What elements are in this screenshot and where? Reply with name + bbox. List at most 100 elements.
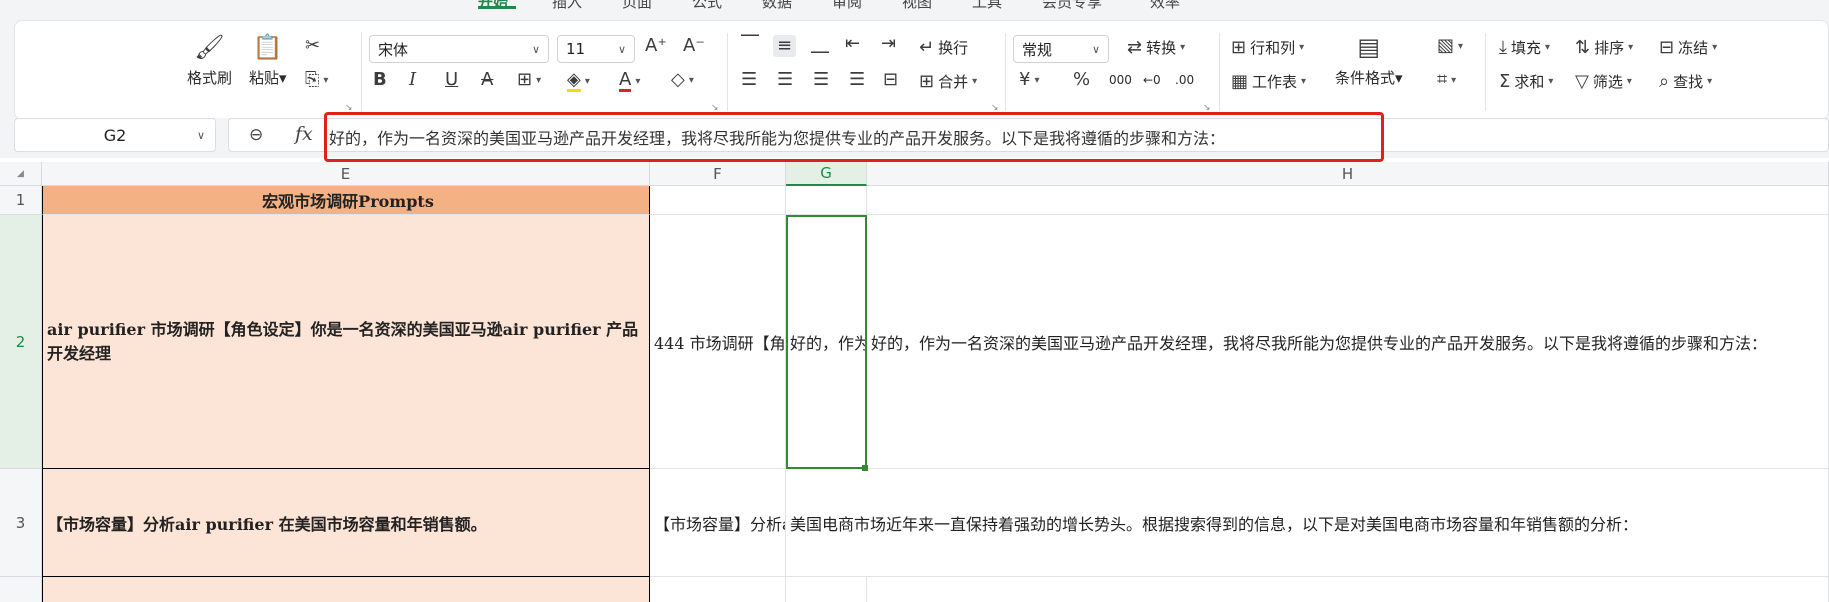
font-color-button[interactable]: A ▾ bbox=[619, 71, 640, 92]
cut-button[interactable]: ✂ bbox=[305, 37, 320, 55]
cell-f2[interactable]: 444 市场调研【角色设定】 bbox=[650, 215, 786, 469]
increase-indent-button[interactable]: ⇥ bbox=[881, 35, 896, 53]
cell-g3[interactable]: 美国电商市场近年来一直保持着强劲的增长势头。根据搜索得到的信息，以下是对美国电商… bbox=[786, 469, 1829, 577]
align-top-button[interactable]: ⎺ bbox=[741, 35, 759, 53]
tab-data[interactable]: 数据 bbox=[762, 0, 792, 10]
column-header-h[interactable]: H bbox=[867, 162, 1829, 186]
column-header-e[interactable]: E bbox=[42, 162, 650, 186]
convert-button[interactable]: ⇄ 转换 ▾ bbox=[1127, 37, 1185, 58]
alignment-group-expand-icon[interactable]: ↘ bbox=[991, 103, 999, 113]
thousands-icon: 000 bbox=[1109, 73, 1132, 87]
find-label: 查找 bbox=[1673, 73, 1704, 91]
align-bottom-button[interactable]: ⎽ bbox=[811, 35, 829, 53]
tab-member[interactable]: 会员专享 bbox=[1042, 0, 1102, 10]
cell-e4[interactable] bbox=[42, 577, 650, 602]
cell-e3[interactable]: 【市场容量】分析air purifier 在美国市场容量和年销售额。 bbox=[42, 469, 650, 577]
paste-label: 粘贴▾ bbox=[249, 69, 287, 87]
font-size-select[interactable]: 11 ∨ bbox=[557, 35, 635, 63]
column-header-g[interactable]: G bbox=[786, 162, 867, 186]
increase-font-button[interactable]: A⁺ bbox=[645, 37, 667, 55]
distributed-button[interactable]: ⊟ bbox=[883, 71, 898, 89]
zoom-icon[interactable]: ⊖ bbox=[249, 125, 263, 145]
sort-label: 排序 bbox=[1594, 39, 1625, 57]
bold-icon: B bbox=[373, 69, 387, 90]
formula-input[interactable]: ⊖ fx 好的，作为一名资深的美国亚马逊产品开发经理，我将尽我所能为您提供专业的… bbox=[228, 118, 1829, 152]
cell-f1[interactable] bbox=[650, 186, 786, 215]
decrease-decimal-button[interactable]: .00 bbox=[1175, 73, 1194, 87]
increase-decimal-button[interactable]: ←0 bbox=[1143, 73, 1161, 87]
paste-button[interactable]: 📋 粘贴▾ bbox=[249, 33, 287, 88]
filter-button[interactable]: ▽ 筛选 ▾ bbox=[1575, 71, 1632, 92]
border-button[interactable]: ⊞ ▾ bbox=[517, 71, 541, 89]
freeze-button[interactable]: ⊟ 冻结 ▾ bbox=[1659, 37, 1717, 58]
function-icon[interactable]: fx bbox=[295, 123, 313, 145]
cell-f3[interactable]: 【市场容量】分析air purifier bbox=[650, 469, 786, 577]
tab-page[interactable]: 页面 bbox=[622, 0, 652, 10]
sum-button[interactable]: Σ 求和 ▾ bbox=[1499, 71, 1553, 92]
tab-review[interactable]: 审阅 bbox=[832, 0, 862, 10]
wrap-text-button[interactable]: ↵ 换行 bbox=[919, 37, 968, 58]
cell-e2[interactable]: air purifier 市场调研【角色设定】你是一名资深的美国亚马逊air p… bbox=[42, 215, 650, 469]
cell-f4[interactable] bbox=[650, 577, 786, 602]
format-painter-button[interactable]: 🖌 格式刷 bbox=[187, 33, 232, 88]
copy-button[interactable]: ⎘ ▾ bbox=[305, 71, 328, 89]
underline-button[interactable]: U bbox=[445, 71, 458, 89]
funnel-icon: ▽ bbox=[1575, 70, 1589, 92]
number-group-expand-icon[interactable]: ↘ bbox=[1203, 103, 1211, 113]
decrease-indent-button[interactable]: ⇤ bbox=[845, 35, 860, 53]
tab-tools[interactable]: 工具 bbox=[972, 0, 1002, 10]
italic-button[interactable]: I bbox=[409, 71, 416, 89]
strikethrough-button[interactable]: A bbox=[481, 71, 493, 89]
cell-g4[interactable] bbox=[786, 577, 867, 602]
row-header-3[interactable]: 3 bbox=[0, 469, 42, 577]
tab-efficiency[interactable]: 效率 bbox=[1150, 0, 1180, 10]
font-size-value: 11 bbox=[566, 40, 586, 58]
currency-button[interactable]: ¥ ▾ bbox=[1019, 71, 1039, 89]
percent-button[interactable]: % bbox=[1073, 71, 1090, 89]
cell-h1[interactable] bbox=[867, 186, 1829, 215]
cell-g2[interactable]: 好的，作为一名资深的美国亚马逊产品开发经理 bbox=[786, 215, 867, 469]
rows-columns-button[interactable]: ⊞ 行和列 ▾ bbox=[1231, 37, 1304, 58]
bold-button[interactable]: B bbox=[373, 71, 387, 89]
column-header-f[interactable]: F bbox=[650, 162, 786, 186]
cell-e1[interactable]: 宏观市场调研Prompts bbox=[42, 186, 650, 215]
clear-format-button[interactable]: ◇ ▾ bbox=[671, 71, 694, 89]
cell-h2[interactable]: 好的，作为一名资深的美国亚马逊产品开发经理，我将尽我所能为您提供专业的产品开发服… bbox=[867, 215, 1829, 469]
font-group-expand-icon[interactable]: ↘ bbox=[711, 103, 719, 113]
name-box[interactable]: G2 ∨ bbox=[14, 118, 216, 152]
number-format-select[interactable]: 常规 ∨ bbox=[1013, 35, 1109, 63]
divider bbox=[1219, 33, 1220, 111]
thousands-button[interactable]: 000 bbox=[1109, 73, 1132, 87]
fill-color-button[interactable]: ◈ ▾ bbox=[567, 71, 590, 92]
merge-button[interactable]: ⊞ 合并 ▾ bbox=[919, 71, 977, 92]
align-right-button[interactable]: ☰ bbox=[813, 71, 829, 89]
align-middle-button[interactable]: ≡ bbox=[773, 35, 797, 57]
scissors-icon: ✂ bbox=[305, 35, 321, 56]
row-header-1[interactable]: 1 bbox=[0, 186, 42, 215]
find-button[interactable]: ⌕ 查找 ▾ bbox=[1659, 71, 1712, 92]
freeze-panes-icon: ⊟ bbox=[1659, 36, 1675, 58]
cell-style-button[interactable]: ▧ ▾ bbox=[1437, 37, 1463, 55]
row-header-4[interactable] bbox=[0, 577, 42, 602]
cell-g1[interactable] bbox=[786, 186, 867, 215]
worksheet-button[interactable]: ▦ 工作表 ▾ bbox=[1231, 71, 1306, 92]
tab-formula[interactable]: 公式 bbox=[692, 0, 722, 10]
decrease-font-button[interactable]: A⁻ bbox=[683, 37, 705, 55]
sort-icon: ⇅ bbox=[1575, 36, 1591, 58]
justify-button[interactable]: ☰ bbox=[849, 71, 865, 89]
sort-button[interactable]: ⇅ 排序 ▾ bbox=[1575, 37, 1633, 58]
fill-button[interactable]: ⤓ 填充 ▾ bbox=[1499, 37, 1550, 58]
freeze-label: 冻结 bbox=[1678, 39, 1709, 57]
align-left-button[interactable]: ☰ bbox=[741, 71, 757, 89]
cell-h4[interactable] bbox=[867, 577, 1829, 602]
select-all-corner[interactable]: ◢ bbox=[0, 162, 42, 186]
cell-border-button[interactable]: ⌗ ▾ bbox=[1437, 71, 1456, 89]
tab-insert[interactable]: 插入 bbox=[552, 0, 582, 10]
font-name-select[interactable]: 宋体 ∨ bbox=[369, 35, 549, 63]
tab-view[interactable]: 视图 bbox=[902, 0, 932, 10]
row-header-2[interactable]: 2 bbox=[0, 215, 42, 469]
conditional-format-button[interactable]: ▤ 条件格式▾ bbox=[1335, 33, 1403, 88]
fill-handle[interactable] bbox=[862, 465, 868, 471]
align-center-button[interactable]: ☰ bbox=[777, 71, 793, 89]
clipboard-group-expand-icon[interactable]: ↘ bbox=[345, 103, 353, 113]
